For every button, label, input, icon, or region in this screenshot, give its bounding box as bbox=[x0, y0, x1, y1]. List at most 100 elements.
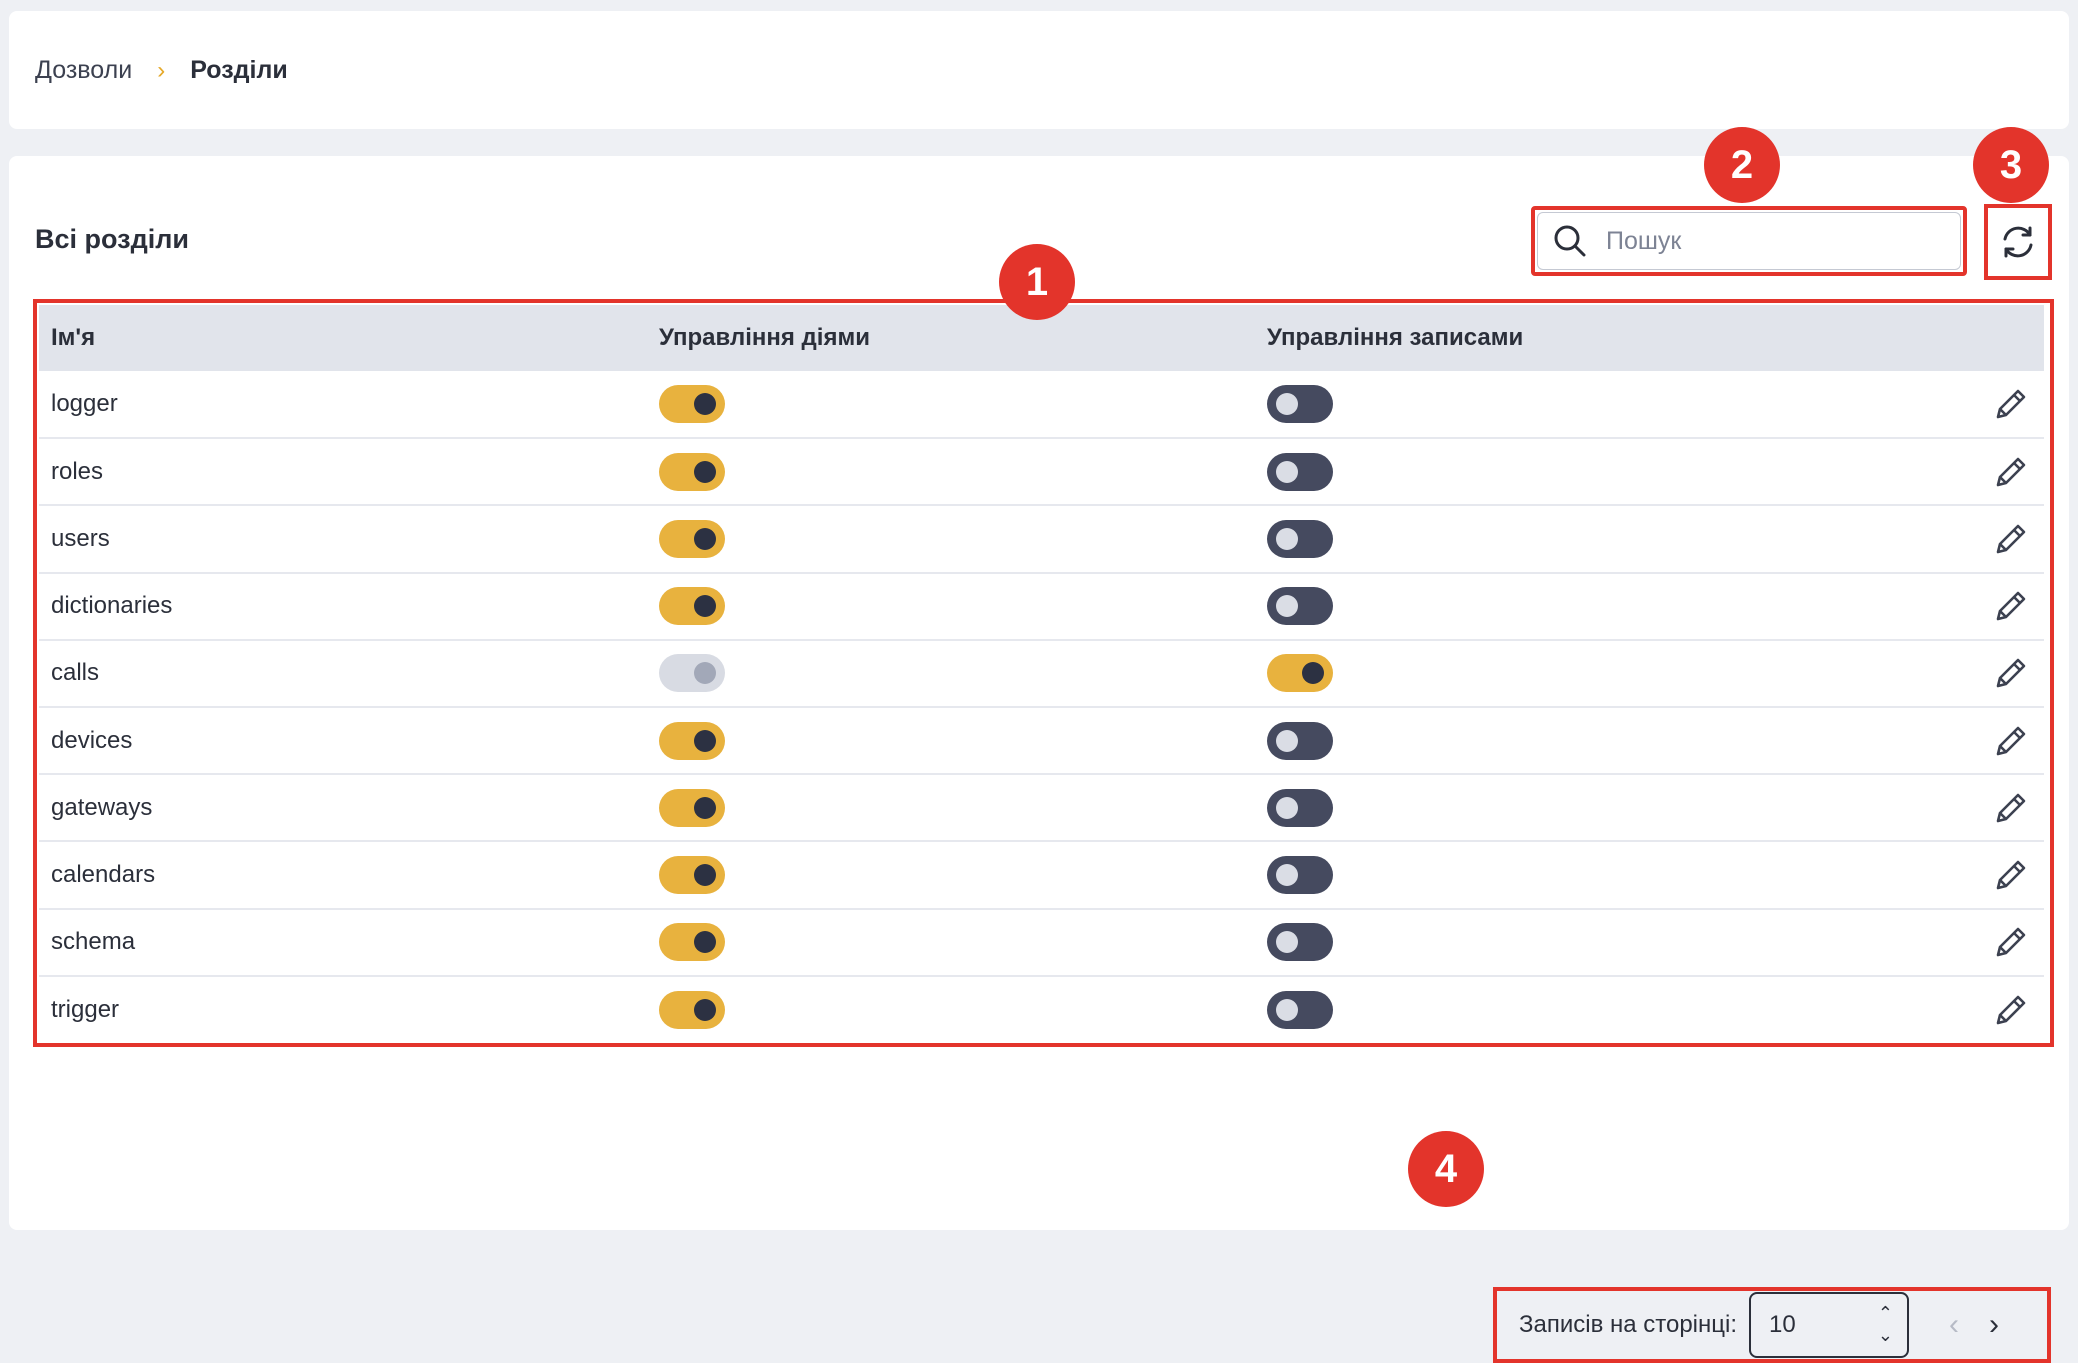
records-toggle-cell bbox=[1255, 909, 1892, 976]
records-toggle-cell bbox=[1255, 976, 1892, 1043]
table-row: trigger bbox=[39, 976, 2044, 1043]
chevron-up-icon[interactable]: ⌃ bbox=[1878, 1302, 1893, 1324]
annotation-badge-4: 4 bbox=[1408, 1131, 1484, 1207]
records-toggle[interactable] bbox=[1267, 587, 1333, 626]
rows-per-page-value: 10 bbox=[1769, 1311, 1796, 1338]
chevron-down-icon[interactable]: ⌄ bbox=[1878, 1324, 1893, 1346]
edit-cell bbox=[1892, 976, 2044, 1043]
toggle-knob bbox=[694, 998, 716, 1021]
column-header-actions[interactable]: Управління діями bbox=[647, 305, 1255, 371]
pencil-icon[interactable] bbox=[1992, 385, 2030, 423]
table-row: calendars bbox=[39, 841, 2044, 909]
toggle-knob bbox=[694, 729, 716, 752]
section-name: calendars bbox=[51, 860, 156, 888]
section-name: devices bbox=[51, 726, 133, 754]
actions-toggle[interactable] bbox=[659, 990, 725, 1029]
search-field[interactable] bbox=[1537, 212, 1961, 270]
actions-toggle[interactable] bbox=[659, 721, 725, 760]
section-name: gateways bbox=[51, 793, 153, 821]
table-row: devices bbox=[39, 707, 2044, 775]
records-toggle[interactable] bbox=[1267, 990, 1333, 1029]
table-row: gateways bbox=[39, 774, 2044, 842]
column-header-records[interactable]: Управління записами bbox=[1255, 305, 1892, 371]
actions-toggle[interactable] bbox=[659, 788, 725, 827]
actions-toggle[interactable] bbox=[659, 923, 725, 962]
records-toggle-cell bbox=[1255, 573, 1892, 640]
search-icon bbox=[1554, 225, 1586, 257]
records-toggle[interactable] bbox=[1267, 855, 1333, 894]
toggle-knob bbox=[1276, 729, 1298, 752]
toggle-knob bbox=[694, 863, 716, 886]
table-row: dictionaries bbox=[39, 573, 2044, 640]
actions-toggle[interactable] bbox=[659, 855, 725, 894]
annotation-badge-2: 2 bbox=[1704, 127, 1780, 203]
actions-toggle-cell bbox=[647, 371, 1255, 438]
toggle-knob bbox=[1276, 863, 1298, 886]
toggle-knob bbox=[694, 931, 716, 954]
actions-toggle[interactable] bbox=[659, 385, 725, 424]
rows-per-page-label: Записів на сторінці: bbox=[1519, 1311, 1738, 1338]
search-input[interactable] bbox=[1604, 225, 1948, 257]
edit-cell bbox=[1892, 371, 2044, 438]
annotation-badge-3: 3 bbox=[1973, 127, 2049, 203]
actions-toggle[interactable] bbox=[659, 587, 725, 626]
column-header-edit bbox=[1892, 305, 2044, 371]
records-toggle[interactable] bbox=[1267, 519, 1333, 558]
toggle-knob bbox=[1276, 931, 1298, 954]
actions-toggle-cell bbox=[647, 505, 1255, 572]
toggle-knob bbox=[1276, 527, 1298, 550]
toggle-knob bbox=[694, 393, 716, 416]
actions-toggle-cell bbox=[647, 640, 1255, 707]
actions-toggle bbox=[659, 654, 725, 693]
records-toggle[interactable] bbox=[1267, 788, 1333, 827]
section-name: logger bbox=[51, 390, 118, 418]
table-row: schema bbox=[39, 909, 2044, 976]
edit-cell bbox=[1892, 774, 2044, 841]
toggle-knob bbox=[694, 460, 716, 483]
section-name: dictionaries bbox=[51, 592, 173, 620]
rows-per-page-stepper[interactable]: 10 ⌃ ⌄ bbox=[1749, 1292, 1910, 1358]
chevron-right-icon[interactable]: › bbox=[1989, 1308, 1999, 1342]
pencil-icon[interactable] bbox=[1992, 991, 2030, 1029]
section-name: users bbox=[51, 524, 110, 552]
records-toggle-cell bbox=[1255, 371, 1892, 438]
records-toggle[interactable] bbox=[1267, 385, 1333, 424]
records-toggle[interactable] bbox=[1267, 721, 1333, 760]
breadcrumb-link-permissions[interactable]: Дозволи bbox=[35, 56, 132, 85]
actions-toggle-cell bbox=[647, 841, 1255, 908]
records-toggle-cell bbox=[1255, 707, 1892, 774]
pencil-icon[interactable] bbox=[1992, 923, 2030, 961]
toggle-knob bbox=[694, 662, 716, 685]
edit-cell bbox=[1892, 505, 2044, 572]
records-toggle-cell bbox=[1255, 841, 1892, 908]
pencil-icon[interactable] bbox=[1992, 789, 2030, 827]
chevron-left-icon[interactable]: ‹ bbox=[1949, 1308, 1959, 1342]
records-toggle[interactable] bbox=[1267, 923, 1333, 962]
records-toggle-cell bbox=[1255, 640, 1892, 707]
pencil-icon[interactable] bbox=[1992, 520, 2030, 558]
actions-toggle[interactable] bbox=[659, 452, 725, 491]
records-toggle-cell bbox=[1255, 774, 1892, 841]
pencil-icon[interactable] bbox=[1992, 587, 2030, 625]
records-toggle-cell bbox=[1255, 505, 1892, 572]
records-toggle[interactable] bbox=[1267, 452, 1333, 491]
pencil-icon[interactable] bbox=[1992, 856, 2030, 894]
chevron-right-icon: › bbox=[157, 56, 166, 84]
actions-toggle[interactable] bbox=[659, 519, 725, 558]
sections-table: Ім'я Управління діями Управління записам… bbox=[39, 305, 2044, 1043]
records-toggle[interactable] bbox=[1267, 654, 1333, 693]
refresh-icon bbox=[2003, 226, 2033, 258]
column-header-name[interactable]: Ім'я bbox=[39, 305, 647, 371]
annotation-badge-1: 1 bbox=[999, 244, 1075, 320]
refresh-button[interactable] bbox=[1984, 204, 2052, 280]
edit-cell bbox=[1892, 573, 2044, 640]
toggle-knob bbox=[1276, 998, 1298, 1021]
pencil-icon[interactable] bbox=[1992, 453, 2030, 491]
actions-toggle-cell bbox=[647, 707, 1255, 774]
stepper-controls: ⌃ ⌄ bbox=[1878, 1302, 1893, 1346]
toggle-knob bbox=[1276, 393, 1298, 416]
pencil-icon[interactable] bbox=[1992, 654, 2030, 692]
toggle-knob bbox=[1276, 595, 1298, 618]
pencil-icon[interactable] bbox=[1992, 722, 2030, 760]
search-box bbox=[1531, 206, 1967, 276]
